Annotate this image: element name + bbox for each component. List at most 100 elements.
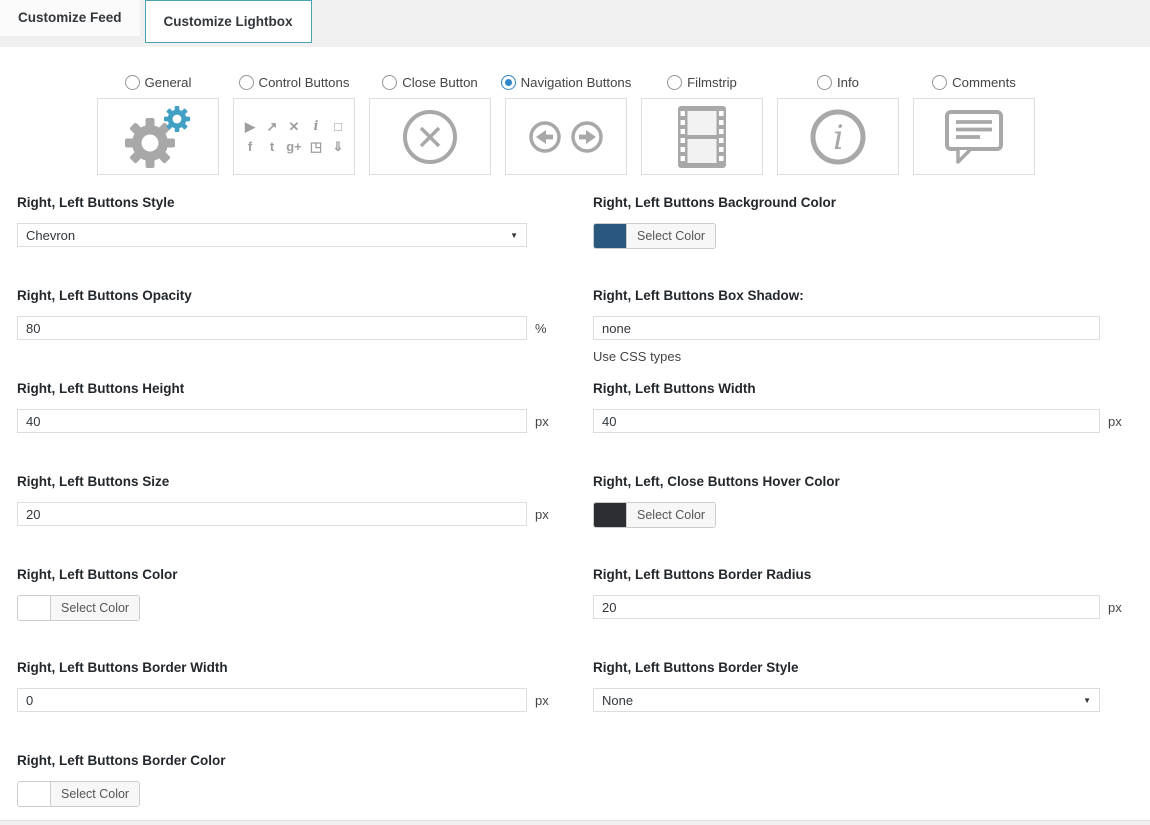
icon-box-navigation-buttons[interactable] (505, 98, 627, 175)
twitter-icon: t (270, 140, 274, 154)
color-swatch (18, 782, 51, 806)
radio-comments[interactable]: Comments (932, 75, 1016, 90)
field-label: Right, Left Buttons Size (17, 474, 552, 489)
field-buttons-size: Right, Left Buttons Size px (17, 474, 552, 567)
field-label: Right, Left Buttons Color (17, 567, 552, 582)
tab-customize-lightbox[interactable]: Customize Lightbox (145, 0, 312, 43)
unit-label: px (1108, 600, 1122, 615)
download-icon: ⇓ (333, 140, 344, 154)
field-label: Right, Left Buttons Height (17, 381, 552, 396)
field-buttons-style: Right, Left Buttons Style Chevron ▼ (17, 195, 552, 288)
field-hover-color: Right, Left, Close Buttons Hover Color S… (593, 474, 1123, 567)
radio-label: Navigation Buttons (521, 75, 632, 90)
radio-circle-icon (667, 75, 682, 90)
field-label: Right, Left Buttons Border Width (17, 660, 552, 675)
radio-close-button[interactable]: Close Button (382, 75, 478, 90)
field-label: Right, Left Buttons Border Style (593, 660, 1123, 675)
lightbox-section-chooser: General (97, 47, 1150, 175)
gear-icon (122, 105, 194, 169)
icon-box-general[interactable] (97, 98, 219, 175)
select-color-label: Select Color (51, 782, 139, 806)
hover-color-picker-button[interactable]: Select Color (593, 502, 716, 528)
tab-bar: Customize Feed Customize Lightbox (0, 0, 1150, 47)
buttons-width-input[interactable] (593, 409, 1100, 433)
radio-circle-icon (125, 75, 140, 90)
section-close-button: Close Button (369, 75, 491, 175)
radio-circle-icon (239, 75, 254, 90)
buttons-style-select[interactable]: Chevron ▼ (17, 223, 527, 247)
section-general: General (97, 75, 219, 175)
field-border-width: Right, Left Buttons Border Width px (17, 660, 552, 753)
icon-box-filmstrip[interactable] (641, 98, 763, 175)
comment-icon: □ (334, 120, 342, 134)
section-comments: Comments (913, 75, 1035, 175)
buttons-height-input[interactable] (17, 409, 527, 433)
field-label: Right, Left Buttons Background Color (593, 195, 1123, 210)
page-bottom-strip (0, 820, 1150, 825)
nav-arrows-icon (527, 119, 605, 155)
unit-label: px (535, 693, 549, 708)
select-color-label: Select Color (627, 503, 715, 527)
field-buttons-width: Right, Left Buttons Width px (593, 381, 1123, 474)
play-icon: ▶ (245, 120, 255, 134)
radio-general[interactable]: General (125, 75, 192, 90)
chevron-down-icon: ▼ (510, 231, 518, 240)
field-buttons-color: Right, Left Buttons Color Select Color (17, 567, 552, 660)
radio-control-buttons[interactable]: Control Buttons (239, 75, 350, 90)
border-style-select[interactable]: None ▼ (593, 688, 1100, 712)
radio-label: Comments (952, 75, 1016, 90)
radio-circle-icon (817, 75, 832, 90)
unit-label: px (535, 414, 549, 429)
field-label: Right, Left Buttons Box Shadow: (593, 288, 1123, 303)
icon-box-close-button[interactable] (369, 98, 491, 175)
navigation-buttons-settings-form: Right, Left Buttons Style Chevron ▼ Righ… (0, 175, 1150, 811)
field-border-color: Right, Left Buttons Border Color Select … (17, 753, 552, 811)
border-radius-input[interactable] (593, 595, 1100, 619)
section-control-buttons: Control Buttons ▶ ↗ ✕ i □ f t g+ ◳ ⇓ (233, 75, 355, 175)
border-width-input[interactable] (17, 688, 527, 712)
icon-box-comments[interactable] (913, 98, 1035, 175)
info-icon: i (314, 120, 319, 134)
share-icon: ◳ (310, 140, 322, 154)
expand-icon: ↗ (267, 120, 278, 134)
buttons-color-picker-button[interactable]: Select Color (17, 595, 140, 621)
control-buttons-icons: ▶ ↗ ✕ i □ f t g+ ◳ ⇓ (243, 120, 346, 154)
icon-box-info[interactable]: i (777, 98, 899, 175)
googleplus-icon: g+ (286, 140, 302, 154)
buttons-size-input[interactable] (17, 502, 527, 526)
unit-label: % (535, 321, 547, 336)
field-label: Right, Left Buttons Border Color (17, 753, 552, 768)
chevron-down-icon: ▼ (1083, 696, 1091, 705)
radio-label: Info (837, 75, 859, 90)
radio-label: Control Buttons (259, 75, 350, 90)
field-border-radius: Right, Left Buttons Border Radius px (593, 567, 1123, 660)
unit-label: px (535, 507, 549, 522)
field-border-style: Right, Left Buttons Border Style None ▼ (593, 660, 1123, 753)
color-swatch (18, 596, 51, 620)
helper-text: Use CSS types (593, 349, 1123, 364)
opacity-input[interactable] (17, 316, 527, 340)
field-label: Right, Left Buttons Width (593, 381, 1123, 396)
radio-circle-icon (932, 75, 947, 90)
box-shadow-input[interactable] (593, 316, 1100, 340)
select-value: Chevron (26, 228, 75, 243)
border-color-picker-button[interactable]: Select Color (17, 781, 140, 807)
unit-label: px (1108, 414, 1122, 429)
icon-box-control-buttons[interactable]: ▶ ↗ ✕ i □ f t g+ ◳ ⇓ (233, 98, 355, 175)
collapse-icon: ✕ (289, 120, 300, 134)
select-color-label: Select Color (51, 596, 139, 620)
tab-customize-feed[interactable]: Customize Feed (0, 0, 140, 36)
radio-navigation-buttons[interactable]: Navigation Buttons (501, 75, 632, 90)
section-info: Info i (777, 75, 899, 175)
radio-info[interactable]: Info (817, 75, 859, 90)
comment-bubble-icon (943, 108, 1005, 166)
color-swatch (594, 503, 627, 527)
section-navigation-buttons: Navigation Buttons (505, 75, 627, 175)
field-opacity: Right, Left Buttons Opacity % (17, 288, 552, 381)
background-color-picker-button[interactable]: Select Color (593, 223, 716, 249)
radio-label: Close Button (402, 75, 478, 90)
section-filmstrip: Filmstrip (641, 75, 763, 175)
radio-label: Filmstrip (687, 75, 737, 90)
field-buttons-height: Right, Left Buttons Height px (17, 381, 552, 474)
radio-filmstrip[interactable]: Filmstrip (667, 75, 737, 90)
